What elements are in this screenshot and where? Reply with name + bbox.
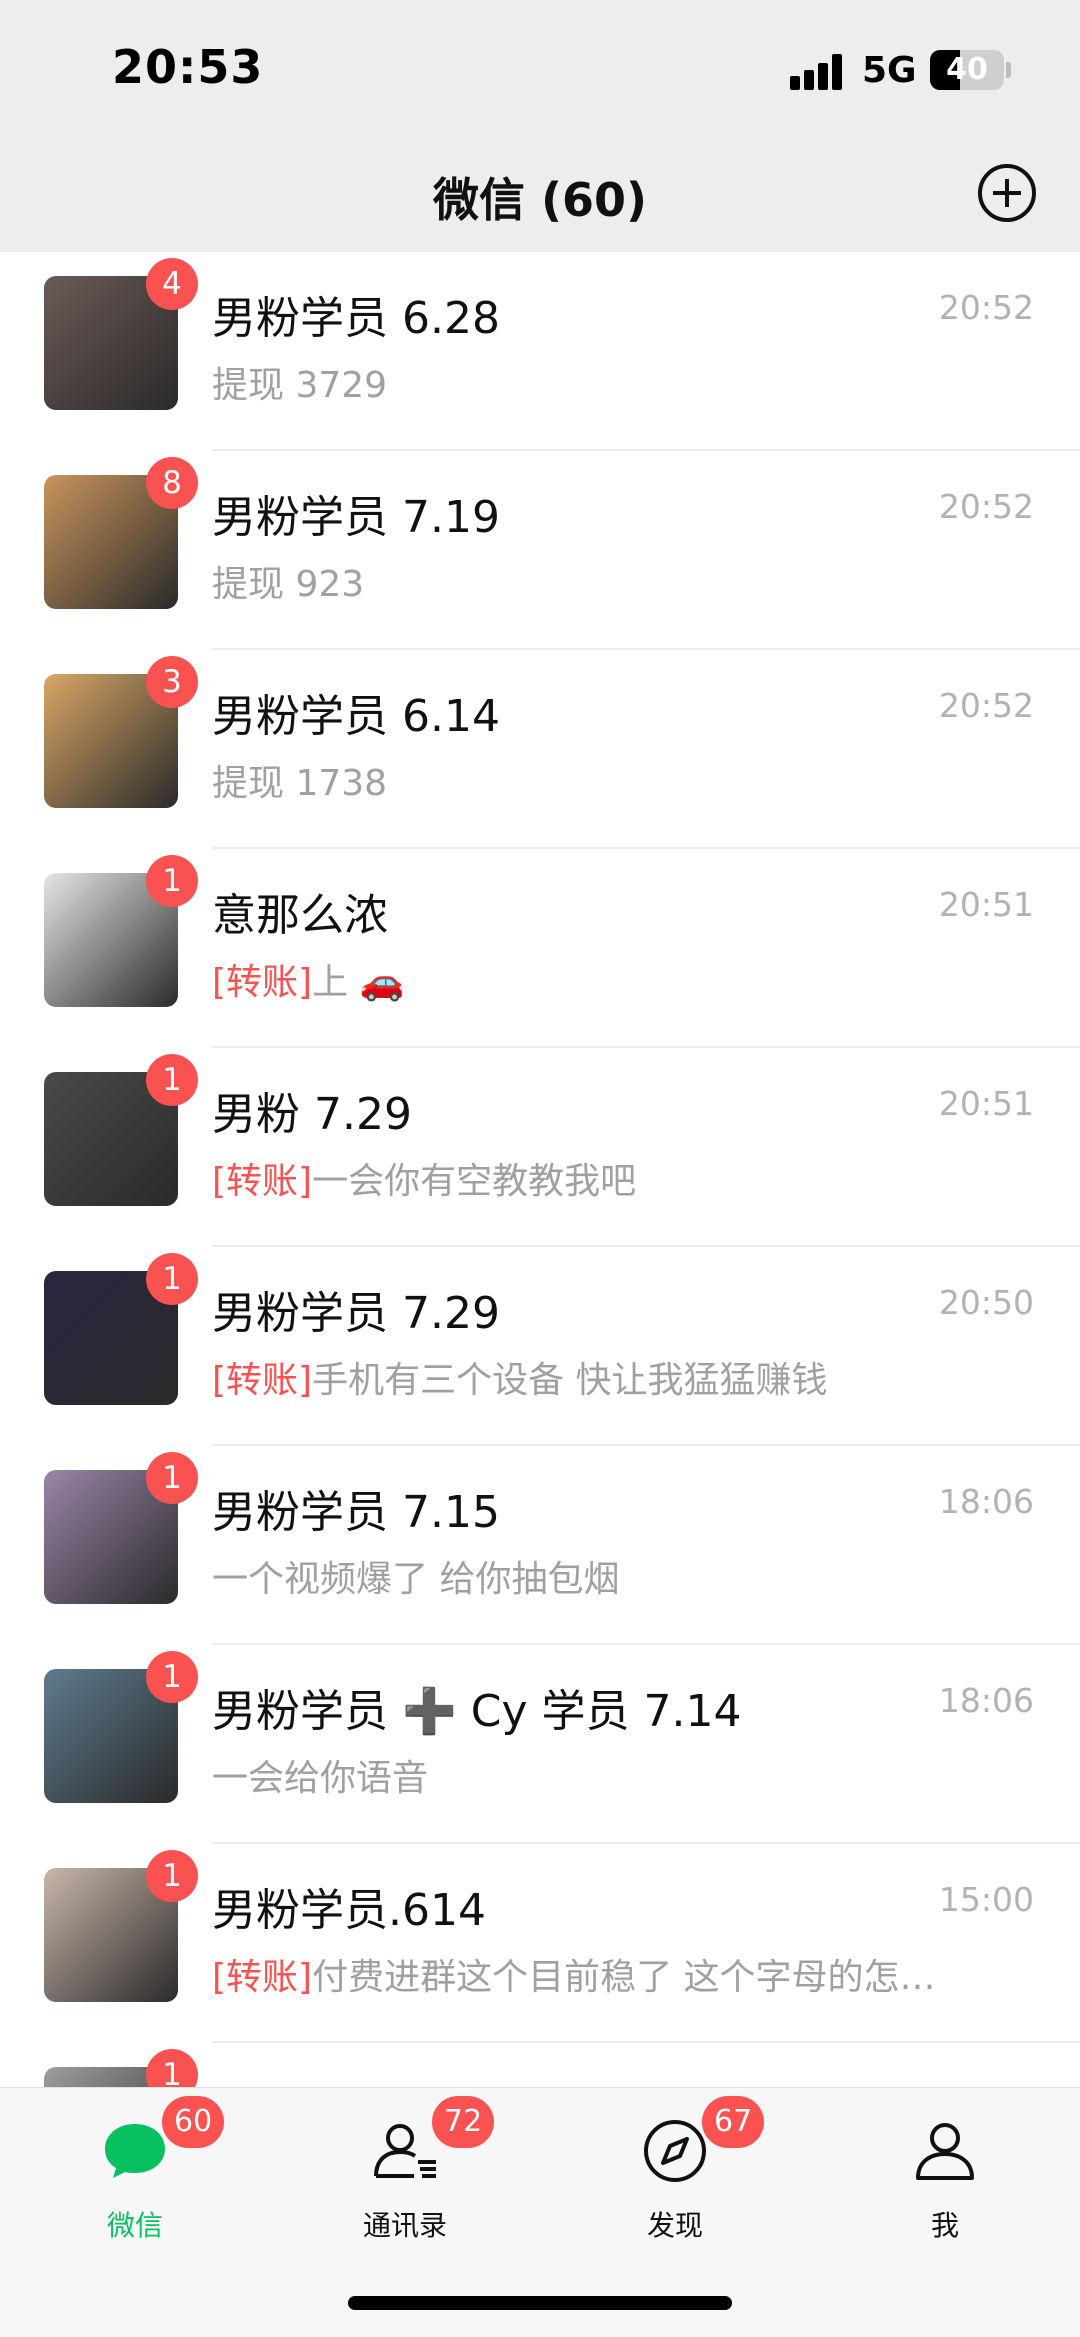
preview-text: 付费进群这个目前稳了 这个字母的怎… <box>312 1957 936 1998</box>
chat-name: 男粉学员 7.19 <box>212 492 500 543</box>
chat-time: 20:52 <box>938 487 1034 526</box>
chat-row[interactable]: 1 男粉学员 7.29 20:50 [转账]手机有三个设备 快让我猛猛赚钱 <box>0 1247 1080 1446</box>
tab-chats-label: 微信 <box>106 2209 163 2242</box>
tab-me-label: 我 <box>930 2209 959 2242</box>
chat-preview: 提现 923 <box>212 555 364 607</box>
transfer-tag: [转账] <box>212 1161 313 1202</box>
transfer-tag: [转账] <box>212 962 313 1003</box>
unread-badge: 1 <box>146 1850 198 1902</box>
preview-text: 一个视频爆了 给你抽包烟 <box>212 1559 620 1600</box>
unread-badge: 3 <box>146 656 198 708</box>
chat-time: 15:00 <box>938 1880 1034 1919</box>
chat-preview: 提现 1738 <box>212 754 387 806</box>
chat-bubble-icon <box>105 2124 165 2178</box>
chat-name: 男粉学员 6.14 <box>212 691 500 742</box>
compass-icon <box>644 2120 706 2182</box>
chat-preview: [转账]手机有三个设备 快让我猛猛赚钱 <box>212 1351 828 1403</box>
chat-name: 男粉学员 7.15 <box>212 1487 500 1538</box>
transfer-tag: [转账] <box>212 1957 313 1998</box>
chat-row[interactable]: 1 男粉学员 7.15 18:06 一个视频爆了 给你抽包烟 <box>0 1446 1080 1645</box>
unread-badge: 8 <box>146 457 198 509</box>
chat-row[interactable]: 1 意那么浓 20:51 [转账]上 🚗 <box>0 849 1080 1048</box>
unread-badge: 1 <box>146 2049 198 2087</box>
battery-icon: 40 <box>930 50 1004 90</box>
page-title: 微信 (60) <box>432 173 648 227</box>
tab-chats-badge: 60 <box>162 2096 225 2148</box>
status-bar: 20:53 5G 40 <box>0 0 1080 140</box>
preview-text: 提现 3729 <box>212 365 388 406</box>
chat-row[interactable]: 3 男粉学员 6.14 20:52 提现 1738 <box>0 650 1080 849</box>
chat-row[interactable]: 1 男粉学员.614 15:00 [转账]付费进群这个目前稳了 这个字母的怎… <box>0 1844 1080 2043</box>
chat-time: 18:06 <box>938 1681 1034 1720</box>
chat-row[interactable]: 8 男粉学员 7.19 20:52 提现 923 <box>0 451 1080 650</box>
chat-time: 20:52 <box>938 288 1034 327</box>
network-type: 5G <box>862 50 917 91</box>
unread-badge: 1 <box>146 1054 198 1106</box>
preview-text: 一会给你语音 <box>212 1758 429 1799</box>
nav-bar: 微信 (60) <box>0 140 1080 252</box>
contacts-icon <box>374 2124 436 2178</box>
tab-contacts-label: 通讯录 <box>362 2209 447 2242</box>
tab-chats[interactable]: 微信 60 <box>0 2088 270 2278</box>
chat-row[interactable]: 1 男粉学员 ➕ Cy 学员 7.14 18:06 一会给你语音 <box>0 1645 1080 1844</box>
unread-badge: 1 <box>146 855 198 907</box>
tab-discover[interactable]: 发现 67 <box>540 2088 810 2278</box>
unread-badge: 1 <box>146 1651 198 1703</box>
battery-tip <box>1006 62 1011 78</box>
unread-badge: 4 <box>146 258 198 310</box>
add-button[interactable] <box>978 164 1036 222</box>
chat-name: 男粉学员.614 <box>212 1885 486 1936</box>
chat-preview: 一会给你语音 <box>212 1749 428 1801</box>
unread-badge: 1 <box>146 1253 198 1305</box>
chat-list[interactable]: 4 男粉学员 6.28 20:52 提现 3729 8 男粉学员 7.19 20:52 提现 … <box>0 252 1080 2087</box>
tab-contacts[interactable]: 通讯录 72 <box>270 2088 540 2278</box>
chat-name: 意那么浓 <box>212 890 388 941</box>
preview-text: 提现 923 <box>212 564 365 605</box>
chat-row[interactable]: 1 <box>0 2043 1080 2087</box>
transfer-tag: [转账] <box>212 1360 313 1401</box>
chat-preview: 一个视频爆了 给你抽包烟 <box>212 1550 619 1602</box>
chat-time: 20:51 <box>938 1084 1034 1123</box>
chat-name: 男粉学员 ➕ Cy 学员 7.14 <box>212 1686 742 1737</box>
chat-name: 男粉 7.29 <box>212 1089 412 1140</box>
chat-preview: [转账]一会你有空教教我吧 <box>212 1152 636 1204</box>
signal-icon <box>790 54 846 90</box>
person-icon <box>916 2123 974 2180</box>
chat-time: 20:52 <box>938 686 1034 725</box>
preview-text: 提现 1738 <box>212 763 388 804</box>
tab-contacts-badge: 72 <box>432 2096 495 2148</box>
preview-text: 上 🚗 <box>312 962 405 1003</box>
status-time: 20:53 <box>112 40 264 94</box>
chat-time: 20:51 <box>938 885 1034 924</box>
chat-time: 18:06 <box>938 1482 1034 1521</box>
chat-preview: [转账]付费进群这个目前稳了 这个字母的怎… <box>212 1948 936 2000</box>
chat-name: 男粉学员 6.28 <box>212 293 500 344</box>
chat-row[interactable]: 1 男粉 7.29 20:51 [转账]一会你有空教教我吧 <box>0 1048 1080 1247</box>
home-indicator[interactable] <box>348 2296 732 2310</box>
preview-text: 手机有三个设备 快让我猛猛赚钱 <box>312 1360 828 1401</box>
chat-row[interactable]: 4 男粉学员 6.28 20:52 提现 3729 <box>0 252 1080 451</box>
preview-text: 一会你有空教教我吧 <box>312 1161 637 1202</box>
unread-badge: 1 <box>146 1452 198 1504</box>
chat-preview: [转账]上 🚗 <box>212 953 404 1005</box>
battery-percent: 40 <box>946 52 988 87</box>
chat-time: 20:50 <box>938 1283 1034 1322</box>
chat-name: 男粉学员 7.29 <box>212 1288 500 1339</box>
chat-preview: 提现 3729 <box>212 356 387 408</box>
tab-discover-label: 发现 <box>646 2209 703 2242</box>
tab-me[interactable]: 我 <box>810 2088 1080 2278</box>
tab-discover-badge: 67 <box>702 2096 765 2148</box>
